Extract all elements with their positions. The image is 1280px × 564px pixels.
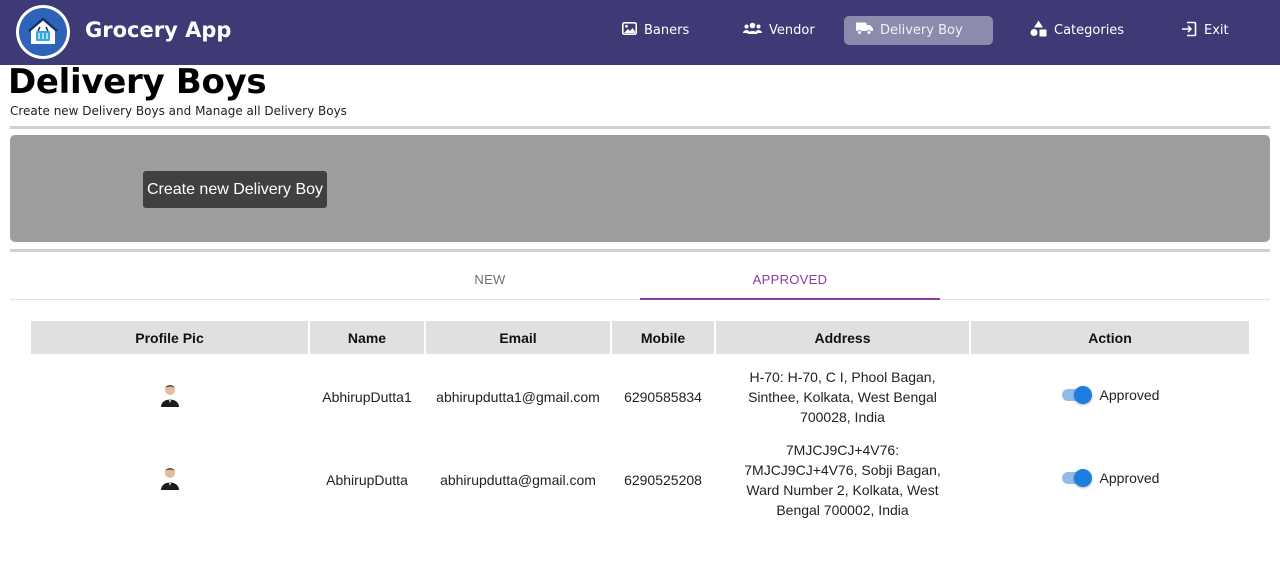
nav-delivery-boy-label: Delivery Boy [880,23,963,38]
page-title: Delivery Boys [8,62,267,102]
create-delivery-boy-button[interactable]: Create new Delivery Boy [143,171,327,208]
delivery-boys-table: Profile Pic Name Email Mobile Address Ac… [31,321,1249,520]
avatar [160,466,180,490]
divider [10,249,1270,252]
approval-toggle[interactable] [1060,468,1092,488]
profile-pic-cell [31,440,309,520]
column-header-profile-pic: Profile Pic [31,321,310,354]
address-cell: 7MJCJ9CJ+4V76: 7MJCJ9CJ+4V76, Sobji Baga… [715,440,970,520]
column-header-action: Action [970,321,1249,354]
app-logo[interactable] [16,5,70,59]
active-tab-indicator [640,298,940,300]
shapes-icon [1030,20,1047,41]
approval-control: Approved [1060,385,1160,405]
name-cell: AbhirupDutta1 [322,389,412,405]
app-title: Grocery App [85,18,232,42]
status-tabs: NEW APPROVED [10,258,1270,300]
create-panel: Create new Delivery Boy [10,135,1270,242]
column-header-email: Email [425,321,612,354]
action-cell: Approved [970,440,1249,520]
page-subtitle: Create new Delivery Boys and Manage all … [10,104,347,118]
toggle-thumb [1073,468,1092,487]
status-label: Approved [1099,469,1160,486]
nav-banners-label: Baners [644,23,690,38]
table-row: AbhirupDutta1 abhirupdutta1@gmail.com 62… [31,354,1249,440]
avatar [160,383,180,407]
table-header-row: Profile Pic Name Email Mobile Address Ac… [31,321,1249,354]
status-label: Approved [1099,386,1160,403]
column-header-address: Address [715,321,971,354]
address-text: H-70: H-70, C I, Phool Bagan, Sinthee, K… [748,369,937,425]
nav-categories[interactable]: Categories [1030,16,1124,45]
mobile-cell: 6290585834 [624,389,702,405]
mobile-cell: 6290525208 [624,472,702,488]
profile-pic-cell [31,354,309,440]
top-app-bar: Grocery App Baners Vendor Delivery Boy C… [0,0,1280,65]
nav-exit[interactable]: Exit [1181,16,1229,45]
tab-approved[interactable]: APPROVED [640,258,940,300]
column-header-name: Name [309,321,426,354]
email-cell: abhirupdutta@gmail.com [440,472,596,488]
nav-categories-label: Categories [1054,23,1125,38]
column-header-mobile: Mobile [611,321,716,354]
address-cell: H-70: H-70, C I, Phool Bagan, Sinthee, K… [715,354,970,440]
exit-icon [1181,21,1197,41]
address-text: 7MJCJ9CJ+4V76: 7MJCJ9CJ+4V76, Sobji Baga… [744,442,941,518]
tab-new[interactable]: NEW [340,258,640,300]
nav-vendor-label: Vendor [769,23,815,38]
toggle-thumb [1073,385,1092,404]
action-cell: Approved [970,354,1249,440]
truck-icon [856,22,873,39]
nav-vendor[interactable]: Vendor [743,16,815,45]
users-icon [743,22,762,39]
nav-banners[interactable]: Baners [622,16,689,45]
nav-delivery-boy[interactable]: Delivery Boy [844,16,993,45]
approval-control: Approved [1060,468,1160,488]
divider [10,126,1270,129]
table-row: AbhirupDutta abhirupdutta@gmail.com 6290… [31,440,1249,520]
name-cell: AbhirupDutta [326,472,408,488]
grocery-home-icon [19,8,67,56]
approval-toggle[interactable] [1060,385,1092,405]
email-cell: abhirupdutta1@gmail.com [436,389,600,405]
nav-exit-label: Exit [1204,23,1229,38]
image-icon [622,22,637,39]
